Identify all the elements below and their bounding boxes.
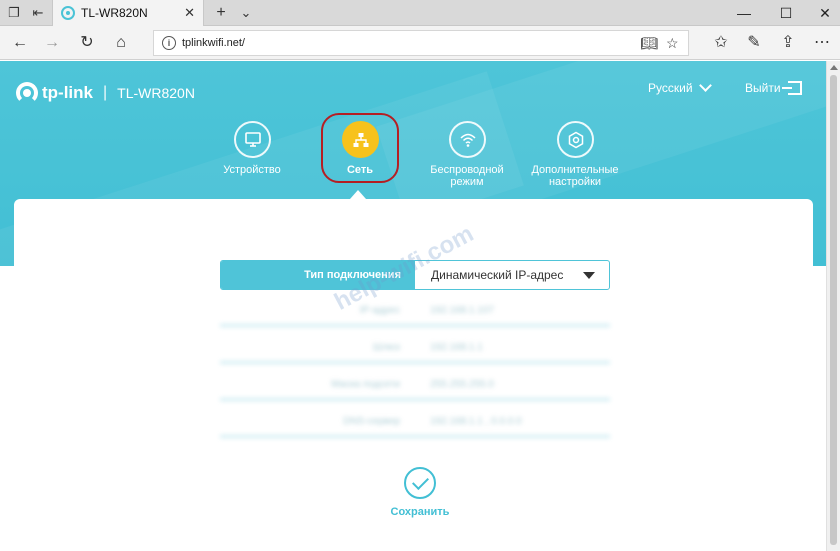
save-label: Сохранить (390, 506, 450, 518)
dropdown-caret-icon[interactable] (583, 272, 595, 279)
browser-tab[interactable]: TL-WR820N ✕ (52, 0, 204, 26)
forward-icon[interactable]: → (42, 33, 62, 53)
language-label: Русский (648, 81, 693, 95)
nav-advanced-label: Дополнительные настройки (531, 164, 619, 188)
tab-title: TL-WR820N (81, 6, 148, 20)
logout-label: Выйти (745, 81, 781, 95)
info-icon[interactable]: i (162, 36, 176, 50)
reading-view-icon[interactable]: 📖︎ (640, 35, 658, 52)
logout-button[interactable]: Выйти (745, 81, 802, 95)
browser-nav-bar: ← → ↻ ⌂ i tplinkwifi.net/ 📖︎ ☆ ✩ ✎ ⇪ ⋯ (0, 26, 840, 60)
browser-tab-bar: ❐ ⇤ TL-WR820N ✕ + ⌄ — ☐ ✕ (0, 0, 840, 26)
logout-icon (781, 81, 802, 95)
chevron-down-icon (698, 79, 712, 92)
url-text[interactable]: tplinkwifi.net/ (182, 37, 245, 49)
row-divider (220, 361, 610, 364)
language-selector[interactable]: Русский (648, 79, 712, 95)
info-row: DNS-сервер 192.168.1.1 , 0.0.0.0 (220, 408, 610, 438)
favorite-star-icon[interactable]: ☆ (666, 35, 679, 52)
info-row-label: IP-адрес (359, 305, 400, 316)
row-divider (220, 435, 610, 438)
share-icon[interactable]: ⇪ (778, 33, 798, 53)
info-row-label: DNS-сервер (343, 416, 400, 427)
nav-wireless[interactable]: Беспроводной режим (424, 121, 510, 188)
tab-favicon-icon (61, 6, 75, 20)
maximize-button[interactable]: ☐ (771, 3, 801, 23)
model-name: TL-WR820N (117, 85, 195, 101)
home-icon[interactable]: ⌂ (111, 33, 131, 53)
more-icon[interactable]: ⋯ (812, 33, 832, 53)
favorites-list-icon[interactable]: ✩ (711, 33, 731, 53)
row-divider (220, 324, 610, 327)
brand-name: tp-link (42, 83, 93, 102)
info-row: Маска подсети 255.255.255.0 (220, 371, 610, 401)
nav-wireless-label: Беспроводной режим (430, 164, 504, 188)
brand-separator: | (103, 84, 108, 101)
refresh-icon[interactable]: ↻ (77, 33, 97, 53)
page-scrollbar[interactable] (826, 61, 840, 551)
pen-icon[interactable]: ✎ (744, 33, 764, 53)
info-row-label: Шлюз (372, 342, 400, 353)
info-row: Шлюз 192.168.1.1 (220, 334, 610, 364)
active-tab-pointer (350, 190, 366, 199)
back-tab-icon[interactable]: ⇤ (30, 5, 46, 21)
brand: tp-link | TL-WR820N (16, 81, 195, 105)
info-row-value: 192.168.1.1 , 0.0.0.0 (430, 416, 522, 427)
row-divider (220, 398, 610, 401)
scroll-up-icon[interactable] (830, 65, 838, 70)
tab-list-icon[interactable]: ❐ (6, 5, 22, 21)
monitor-icon (233, 121, 271, 158)
info-row-label: Маска подсети (331, 379, 400, 390)
checkmark-icon (404, 467, 436, 499)
new-tab-icon[interactable]: + (213, 5, 229, 21)
close-window-button[interactable]: ✕ (810, 3, 840, 23)
nav-device[interactable]: Устройство (216, 121, 288, 176)
info-row-value: 192.168.1.1 (430, 342, 483, 353)
highlight-annotation (321, 113, 399, 183)
tab-chevron-icon[interactable]: ⌄ (238, 5, 254, 21)
save-button[interactable]: Сохранить (390, 467, 450, 518)
wifi-icon (448, 121, 486, 158)
nav-advanced[interactable]: Дополнительные настройки (526, 121, 624, 188)
info-row-value: 255.255.255.0 (430, 379, 494, 390)
tab-close-icon[interactable]: ✕ (184, 5, 195, 21)
minimize-button[interactable]: — (729, 3, 759, 23)
back-icon[interactable]: ← (10, 33, 30, 53)
info-row-value: 192.168.1.107 (430, 305, 494, 316)
address-bar[interactable]: i tplinkwifi.net/ 📖︎ ☆ (153, 30, 689, 56)
info-row: IP-адрес 192.168.1.107 (220, 297, 610, 327)
connection-type-value[interactable]: Динамический IP-адрес (431, 261, 563, 289)
tp-link-logo-icon (16, 82, 38, 104)
settings-gear-icon (556, 121, 594, 158)
nav-device-label: Устройство (223, 164, 281, 176)
scroll-thumb[interactable] (830, 75, 837, 545)
